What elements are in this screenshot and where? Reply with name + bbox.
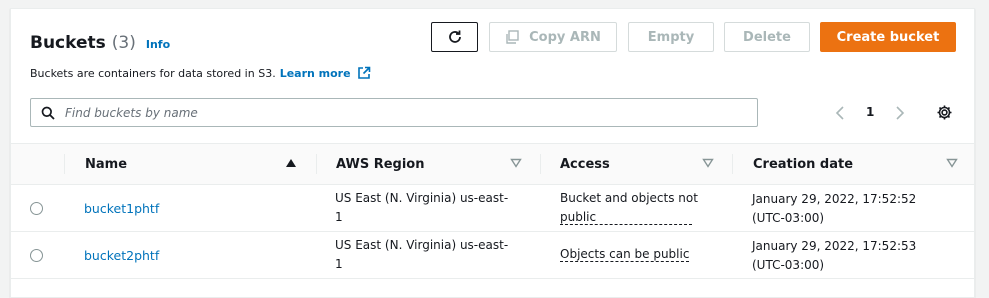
creation-date-cell: January 29, 2022, 17:52:52 (UTC-03:00) [752,190,916,228]
sort-icon[interactable] [946,158,958,168]
access-cell: Objects can be public [560,245,690,264]
column-header-region[interactable]: AWS Region [336,144,424,184]
column-header-creation-date[interactable]: Creation date [753,144,853,184]
table-row[interactable]: bucket1phtf US East (N. Virginia) us-eas… [11,185,974,232]
learn-more-link[interactable]: Learn more [280,67,351,80]
creation-date-tz: (UTC-03:00) [752,211,825,225]
copy-arn-label: Copy ARN [529,29,601,45]
row-select-radio[interactable] [30,202,43,215]
bucket-name-link[interactable]: bucket2phtf [84,246,159,265]
empty-button[interactable]: Empty [628,22,714,52]
region-cell: US East (N. Virginia) us-east- 1 [335,189,508,227]
external-link-icon[interactable] [357,66,371,80]
creation-date-cell: January 29, 2022, 17:52:53 (UTC-03:00) [752,237,916,275]
sort-icon[interactable] [702,158,714,168]
column-divider [540,154,541,174]
column-divider [316,154,317,174]
page-number[interactable]: 1 [866,105,874,119]
region-text-cont: 1 [335,257,343,271]
region-text: US East (N. Virginia) us-east- [335,238,509,252]
bucket-name-link[interactable]: bucket1phtf [84,199,159,218]
column-header-access[interactable]: Access [560,144,610,184]
settings-icon[interactable] [936,104,953,125]
creation-date-tz: (UTC-03:00) [752,258,825,272]
description: Buckets are containers for data stored i… [30,66,371,80]
search-input[interactable] [65,105,725,120]
search-box [30,98,758,127]
chevron-left-icon[interactable] [833,105,847,125]
title-row: Buckets (3) Info [30,33,170,53]
table-row[interactable]: bucket2phtf US East (N. Virginia) us-eas… [11,232,974,279]
refresh-button[interactable] [431,22,478,52]
delete-button[interactable]: Delete [724,22,810,52]
region-text-cont: 1 [335,210,343,224]
chevron-right-icon[interactable] [893,105,907,125]
copy-icon [506,30,519,44]
creation-date-text: January 29, 2022, 17:52:52 [752,192,917,206]
column-divider [732,154,733,174]
region-text: US East (N. Virginia) us-east- [335,191,509,205]
row-select-radio[interactable] [30,249,43,262]
table-header: Name AWS Region Access Creation date [11,143,974,185]
creation-date-text: January 29, 2022, 17:52:53 [752,239,917,253]
access-text: Bucket and objects not [560,191,698,205]
buckets-panel: Buckets (3) Info Buckets are containers … [10,8,975,298]
column-divider [64,154,65,174]
sort-icon[interactable] [510,158,522,168]
sort-asc-icon[interactable] [285,158,297,168]
description-text: Buckets are containers for data stored i… [30,66,276,80]
copy-arn-button[interactable]: Copy ARN [489,22,617,52]
create-bucket-button[interactable]: Create bucket [820,22,956,52]
access-text-cont: public [560,210,693,225]
access-text: Objects can be public [560,247,690,262]
page-title: Buckets [30,33,106,53]
info-link[interactable]: Info [146,38,170,51]
column-header-name[interactable]: Name [85,144,127,184]
bucket-count: (3) [111,33,136,53]
refresh-icon [448,30,461,43]
region-cell: US East (N. Virginia) us-east- 1 [335,236,508,274]
search-icon [41,106,55,120]
access-cell: Bucket and objects not public [560,189,698,227]
